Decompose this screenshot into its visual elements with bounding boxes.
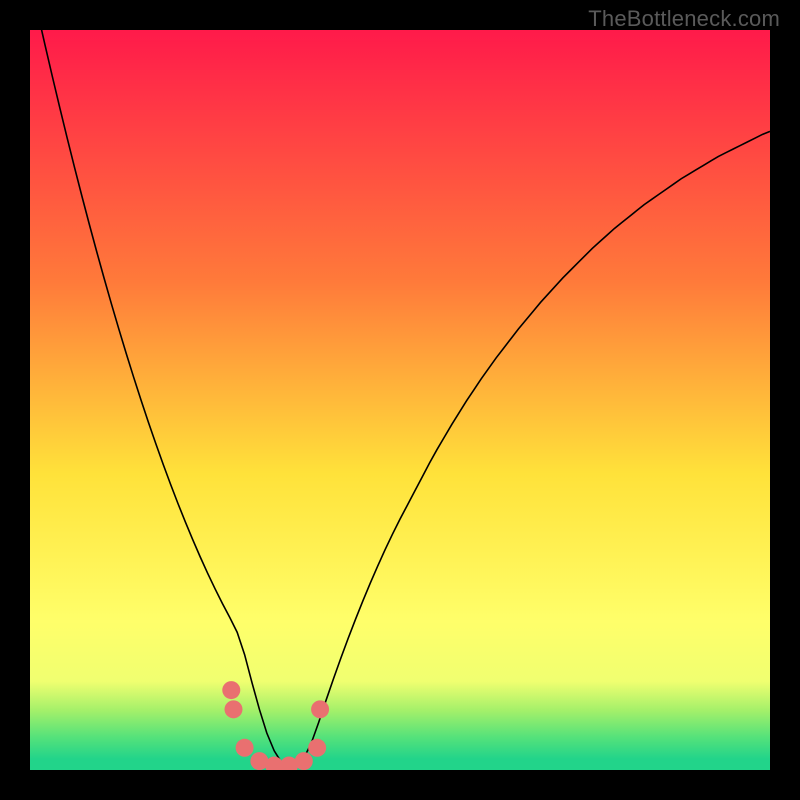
curve-marker: [295, 752, 313, 770]
chart-frame: TheBottleneck.com: [0, 0, 800, 800]
curve-marker: [236, 739, 254, 757]
curve-marker: [222, 681, 240, 699]
watermark-text: TheBottleneck.com: [588, 6, 780, 32]
curve-marker: [308, 739, 326, 757]
chart-svg: [0, 0, 800, 800]
curve-marker: [311, 700, 329, 718]
curve-marker: [225, 700, 243, 718]
